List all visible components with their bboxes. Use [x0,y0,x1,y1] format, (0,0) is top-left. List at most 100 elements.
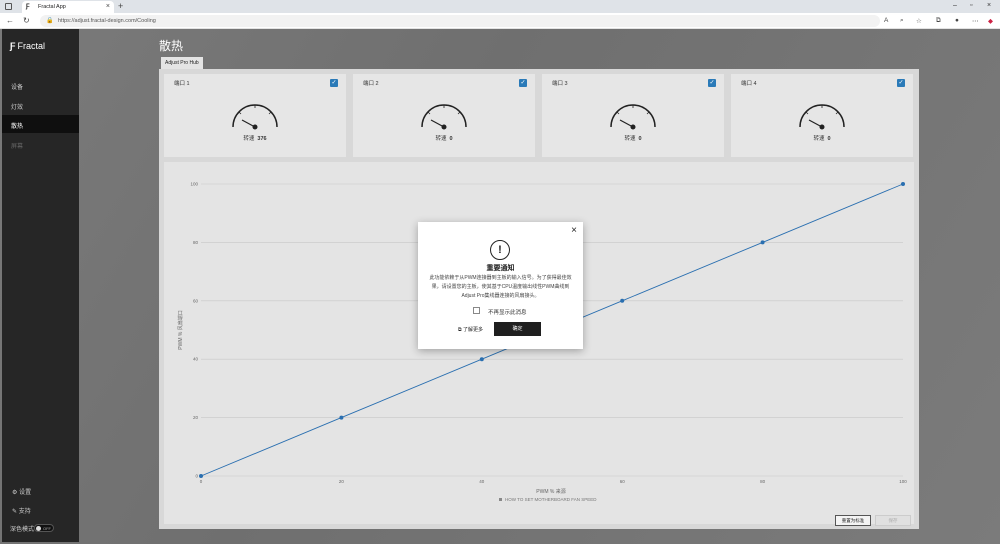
back-icon[interactable]: ← [6,16,14,25]
sidebar-item-cooling[interactable]: 散热 [2,115,79,133]
browser-tabbar: Ƒ Fractal App × + – ▫ × [0,0,1000,13]
speed-label: 转速 [243,136,255,142]
copilot-icon[interactable]: ◆ [988,17,993,25]
maximize-icon[interactable]: ▫ [970,2,972,9]
gauge-icon [421,104,467,130]
fan-speed: 转速 376 [164,134,346,142]
url-field[interactable]: 🔒 https://adjust.fractal-design.com/Cool… [40,15,880,27]
notice-dialog: × ! 重要通知 此功能依赖于从PWM连接器到主板的输入信号。为了获得最佳效果，… [418,222,583,349]
fan-speed: 转速 0 [731,134,913,142]
sidebar-item-lighting[interactable]: 灯效 [2,96,79,114]
x-axis-label: PWM % 来源 [536,488,565,495]
speed-value: 376 [257,136,267,142]
dark-mode-toggle[interactable]: OFF [34,524,54,532]
y-tick-label: 0 [195,474,198,479]
fan-card: 端口 2 ✓ 转速 0 [353,74,535,157]
profile-icon[interactable]: ● [955,17,959,24]
y-tick-label: 60 [193,298,199,303]
tab-close-icon[interactable]: × [106,3,110,10]
brand-logo: Ƒ Fractal [10,41,46,51]
port-enable-checkbox[interactable]: ✓ [897,79,905,87]
data-point[interactable] [901,182,905,186]
data-point[interactable] [199,474,203,478]
data-point[interactable] [760,240,765,245]
y-axis-label: PWM % 风扇端口 [177,310,184,349]
minimize-icon[interactable]: – [953,2,957,9]
y-tick-label: 20 [193,415,199,420]
fan-speed: 转速 0 [542,134,724,142]
speed-value: 0 [638,136,642,142]
support-link[interactable]: ✎ 支持 [12,506,31,515]
reset-button[interactable]: 重置为标准 [835,515,871,526]
y-tick-label: 100 [190,182,198,187]
x-tick-label: 40 [479,479,485,484]
x-tick-label: 20 [339,479,345,484]
new-tab-icon[interactable]: + [118,1,123,11]
dialog-body: 此功能依赖于从PWM连接器到主板的输入信号。为了获得最佳效果，请设置您的主板，使… [429,275,572,299]
toggle-state: OFF [43,526,51,531]
tab-title: Fractal App [38,4,66,10]
fractal-logo-icon: Ƒ [10,41,16,51]
fan-card: 端口 4 ✓ 转速 0 [731,74,913,157]
port-enable-checkbox[interactable]: ✓ [519,79,527,87]
x-tick-label: 100 [899,479,907,484]
tab-actions-icon[interactable] [5,3,12,10]
port-label: 端口 4 [741,81,757,87]
close-icon[interactable]: × [571,225,577,236]
port-enable-checkbox[interactable]: ✓ [330,79,338,87]
data-point[interactable] [339,415,344,420]
gauge-icon [610,104,656,130]
lock-icon: 🔒 [46,18,54,24]
speed-label: 转速 [435,136,447,142]
page-title: 散热 [159,39,184,53]
favorite-icon[interactable]: ☆ [916,17,922,25]
speed-label: 转速 [813,136,825,142]
address-bar: ← ↻ 🔒 https://adjust.fractal-design.com/… [0,13,1000,29]
speed-value: 0 [827,136,831,142]
tab-adjust-pro-hub[interactable]: Adjust Pro Hub [161,57,203,69]
x-tick-label: 60 [620,479,626,484]
sidebar-item-devices[interactable]: 设备 [2,76,79,94]
gauge-icon [799,104,845,130]
y-tick-label: 80 [193,240,199,245]
warning-icon: ! [490,240,510,260]
dark-mode-label: 深色模式 [10,527,35,533]
favicon-icon: Ƒ [26,4,30,10]
zoom-icon[interactable]: ⌕ [900,17,904,25]
data-point[interactable] [620,298,625,303]
speed-value: 0 [449,136,453,142]
dont-show-again-checkbox[interactable] [473,307,480,314]
data-point[interactable] [479,357,484,362]
sidebar: Ƒ Fractal 设备 灯效 散热 屏幕 ⚙ 设置 ✎ 支持 深色模式 OFF [2,29,79,542]
more-icon[interactable]: ⋯ [972,17,979,25]
edit-icon: ✎ [12,509,18,515]
browser-tab[interactable]: Ƒ Fractal App × [22,1,114,13]
save-button[interactable]: 保存 [875,515,911,526]
speed-label: 转速 [624,136,636,142]
port-label: 端口 1 [174,81,190,87]
port-label: 端口 3 [552,81,568,87]
external-link-icon: ⧉ [458,327,462,333]
legend-link[interactable]: HOW TO SET MOTHERBOARD FAN SPEED [505,497,597,502]
learn-more-link[interactable]: ⧉ 了解更多 [458,326,483,333]
refresh-icon[interactable]: ↻ [23,16,30,25]
app-root: Ƒ Fractal 设备 灯效 散热 屏幕 ⚙ 设置 ✎ 支持 深色模式 OFF … [0,29,1000,544]
settings-link[interactable]: ⚙ 设置 [12,487,31,496]
legend-icon [499,498,502,501]
x-tick-label: 80 [760,479,766,484]
extensions-icon[interactable]: ⧉ [936,17,941,25]
confirm-button[interactable]: 确定 [494,322,541,336]
fan-card: 端口 1 ✓ 转速 376 [164,74,346,157]
x-tick-label: 0 [200,479,203,484]
url-text: https://adjust.fractal-design.com/Coolin… [58,18,156,24]
fan-speed: 转速 0 [353,134,535,142]
dialog-title: 重要通知 [486,265,515,272]
gauge-icon [232,104,278,130]
port-label: 端口 2 [363,81,379,87]
read-aloud-icon[interactable]: A [884,17,888,24]
dark-mode-row: 深色模式 OFF [10,524,54,533]
port-enable-checkbox[interactable]: ✓ [708,79,716,87]
y-tick-label: 40 [193,357,199,362]
dont-show-again-label: 不再显示此消息 [488,310,527,316]
window-close-icon[interactable]: × [987,2,991,9]
